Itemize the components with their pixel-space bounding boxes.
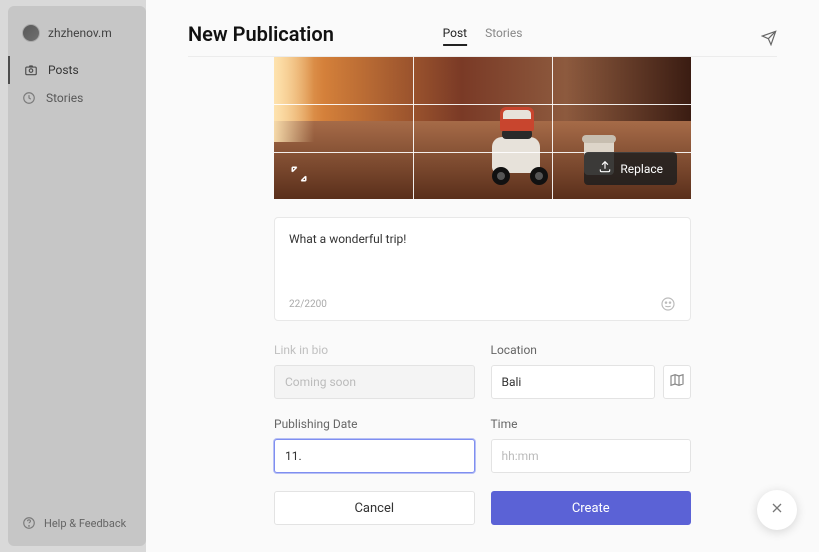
close-icon bbox=[769, 500, 785, 520]
caption-box: 22/2200 bbox=[274, 217, 691, 321]
cancel-button[interactable]: Cancel bbox=[274, 491, 475, 525]
link-in-bio-field: Link in bio bbox=[274, 343, 475, 399]
page-title: New Publication bbox=[188, 22, 334, 46]
tab-stories[interactable]: Stories bbox=[485, 26, 522, 46]
link-in-bio-input bbox=[274, 365, 475, 399]
publishing-date-field: Publishing Date bbox=[274, 417, 475, 473]
time-field: Time bbox=[491, 417, 692, 473]
tabs: Post Stories bbox=[443, 26, 523, 46]
replace-image-button[interactable]: Replace bbox=[584, 152, 677, 185]
publishing-date-label: Publishing Date bbox=[274, 417, 475, 431]
location-label: Location bbox=[491, 343, 692, 357]
upload-icon bbox=[598, 160, 612, 177]
caption-input[interactable] bbox=[289, 232, 676, 296]
create-button[interactable]: Create bbox=[491, 491, 692, 525]
panel-header: New Publication Post Stories bbox=[188, 0, 777, 57]
modal-backdrop bbox=[0, 0, 146, 552]
replace-label: Replace bbox=[620, 162, 663, 176]
caption-char-counter: 22/2200 bbox=[289, 299, 327, 310]
location-input[interactable] bbox=[491, 365, 656, 399]
share-icon[interactable] bbox=[761, 30, 777, 46]
emoji-icon[interactable] bbox=[660, 296, 676, 312]
map-icon bbox=[669, 372, 685, 392]
link-in-bio-label: Link in bio bbox=[274, 343, 475, 357]
map-button[interactable] bbox=[663, 365, 691, 399]
new-publication-panel: New Publication Post Stories bbox=[146, 0, 819, 552]
post-image-preview: Replace bbox=[274, 57, 691, 199]
collapse-icon[interactable] bbox=[288, 163, 310, 185]
time-input[interactable] bbox=[491, 439, 692, 473]
publishing-date-input[interactable] bbox=[274, 439, 475, 473]
time-label: Time bbox=[491, 417, 692, 431]
close-button[interactable] bbox=[757, 490, 797, 530]
tab-post[interactable]: Post bbox=[443, 26, 467, 46]
location-field: Location bbox=[491, 343, 692, 399]
